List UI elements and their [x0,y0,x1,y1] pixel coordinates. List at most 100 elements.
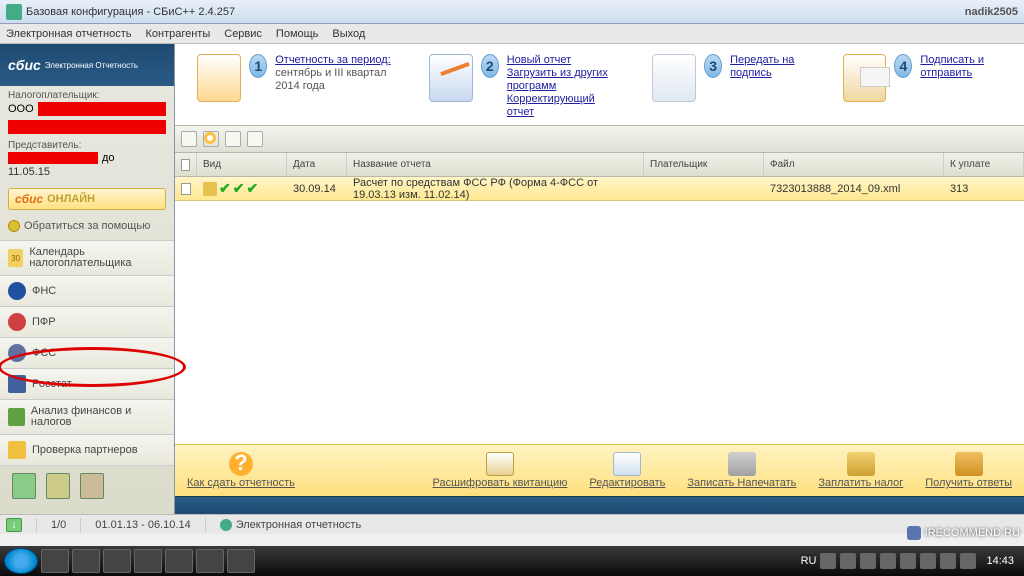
cell-payer [644,177,764,200]
representative-date: 11.05.15 [0,166,174,182]
tray-icon[interactable] [880,553,896,569]
nav-pfr[interactable]: ПФР [0,306,174,338]
sbis-online-button[interactable]: сбис ОНЛАЙН [8,188,166,210]
step-3: 3 Передать на подпись [648,54,808,119]
check-icon: ✔ [233,180,245,197]
taxpayer-redacted2 [8,120,166,134]
col-name[interactable]: Название отчета [347,153,644,176]
step3-sign[interactable]: Передать на подпись [730,54,809,80]
nav-analysis[interactable]: Анализ финансов и налогов [0,399,174,435]
taskbar: RU 14:43 [0,546,1024,576]
representative-redacted [8,152,98,164]
rosstat-icon [8,375,26,393]
analysis-icon [8,408,25,426]
badge-icon [12,473,36,499]
step-2: 2 Новый отчет Загрузить из других програ… [425,54,619,119]
check-icon: ✔ [219,180,231,197]
toolbar-icon[interactable] [225,131,241,147]
tray-icon[interactable] [820,553,836,569]
search-icon[interactable] [203,131,219,147]
table-row[interactable]: ✔ ✔ ✔ 30.09.14 Расчет по средствам ФСС Р… [175,177,1024,201]
nav-calendar[interactable]: 30 Календарь налогоплательщика [0,240,174,276]
row-checkbox[interactable] [181,183,191,195]
taskbar-app[interactable] [72,549,100,573]
app-icon [6,4,22,20]
system-tray: RU 14:43 [801,553,1020,569]
pen-illustration-icon [429,54,473,102]
cell-name: Расчет по средствам ФСС РФ (Форма 4-ФСС … [347,177,644,200]
taskbar-app[interactable] [165,549,193,573]
tray-icon[interactable] [840,553,856,569]
question-icon: ? [229,452,253,476]
taskbar-app[interactable] [227,549,255,573]
step-1: 1 Отчетность за период: сентябрь и III к… [193,54,395,119]
grid-header: Вид Дата Название отчета Плательщик Файл… [175,153,1024,177]
fss-icon [8,344,26,362]
menu-reporting[interactable]: Электронная отчетность [6,28,131,40]
step2-new-report[interactable]: Новый отчет [507,54,619,67]
nav-fss[interactable]: ФСС [0,337,174,369]
clock[interactable]: 14:43 [986,555,1014,567]
sidebar: сбис Электронная Отчетность Налогоплател… [0,44,175,514]
menubar: Электронная отчетность Контрагенты Серви… [0,24,1024,44]
action-print[interactable]: Записать Напечатать [687,452,796,489]
tray-icon[interactable] [960,553,976,569]
tray-icon[interactable] [940,553,956,569]
pfr-icon [8,313,26,331]
action-reply[interactable]: Получить ответы [925,452,1012,489]
download-icon[interactable]: ↓ [6,518,22,532]
action-pay[interactable]: Заплатить налог [818,452,903,489]
cell-amount: 313 [944,177,1024,200]
toolbar-icon[interactable] [247,131,263,147]
calendar-icon: 30 [8,249,23,267]
step2-correction[interactable]: Корректирующий отчет [507,93,619,119]
col-amount[interactable]: К уплате [944,153,1024,176]
tray-lang[interactable]: RU [801,555,817,567]
step1-period: сентябрь и III квартал 2014 года [275,67,386,92]
step4-send[interactable]: Подписать и отправить [920,54,1006,80]
cert-badges [0,465,174,507]
step1-link[interactable]: Отчетность за период: [275,54,394,67]
action-decode[interactable]: Расшифровать квитанцию [432,452,567,489]
document-icon [486,452,514,476]
tray-icon[interactable] [900,553,916,569]
action-how[interactable]: ? Как сдать отчетность [187,452,295,489]
nav-check-partners[interactable]: Проверка партнеров [0,434,174,466]
send-illustration-icon [843,54,887,102]
watermark-icon [907,526,921,540]
fns-icon [8,282,26,300]
start-button[interactable] [4,548,38,574]
col-vid[interactable]: Вид [197,153,287,176]
taskbar-app[interactable] [134,549,162,573]
menu-help[interactable]: Помощь [276,28,319,40]
action-bar: ? Как сдать отчетность Расшифровать квит… [175,444,1024,496]
menu-exit[interactable]: Выход [332,28,365,40]
tray-icon[interactable] [920,553,936,569]
col-checkbox[interactable] [175,153,197,176]
taxpayer-redacted [38,102,166,116]
col-date[interactable]: Дата [287,153,347,176]
taskbar-app[interactable] [103,549,131,573]
help-link[interactable]: Обратиться за помощью [0,216,174,236]
badge-icon [80,473,104,499]
edit-icon [613,452,641,476]
menu-service[interactable]: Сервис [224,28,262,40]
nav-rosstat[interactable]: Росстат [0,368,174,400]
taskbar-app[interactable] [196,549,224,573]
menu-contragents[interactable]: Контрагенты [145,28,210,40]
reply-icon [955,452,983,476]
check-icon [8,441,26,459]
col-payer[interactable]: Плательщик [644,153,764,176]
taxpayer-label: Налогоплательщик: [0,86,174,102]
tray-icon[interactable] [860,553,876,569]
sign-illustration-icon [652,54,696,102]
badge-icon [46,473,70,499]
statusbar: ↓ 1/0 01.01.13 - 06.10.14 Электронная от… [0,514,1024,534]
taskbar-app[interactable] [41,549,69,573]
action-edit[interactable]: Редактировать [589,452,665,489]
toolbar-icon[interactable] [181,131,197,147]
step2-load[interactable]: Загрузить из других программ [507,67,619,93]
col-file[interactable]: Файл [764,153,944,176]
titlebar: Базовая конфигурация - СБиС++ 2.4.257 na… [0,0,1024,24]
nav-fns[interactable]: ФНС [0,275,174,307]
